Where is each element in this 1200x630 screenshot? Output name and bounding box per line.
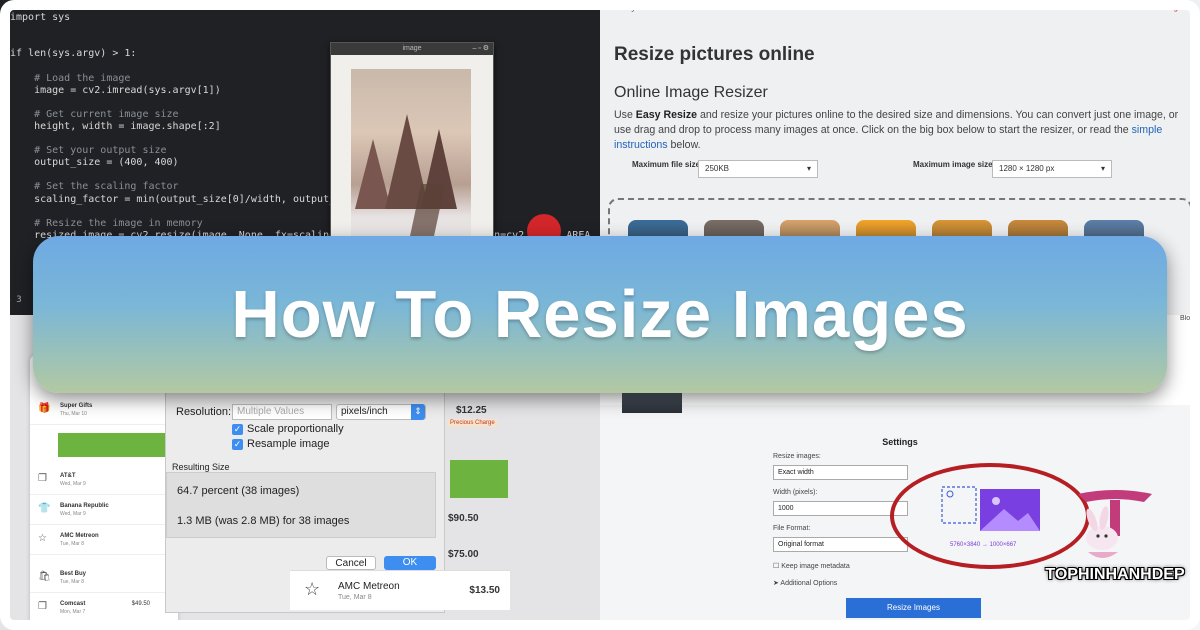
ok-button[interactable]: OK (384, 556, 436, 570)
page-heading: Resize pictures online (614, 44, 815, 65)
code-line: if len(sys.argv) > 1: (10, 48, 137, 60)
resize-select[interactable]: Exact width (773, 465, 908, 480)
code-line: # Load the image (10, 72, 131, 84)
list-item[interactable]: ❐ Comcast Mon, Mar 7 $49.50 (30, 593, 178, 623)
charge-badge: Precious Charge (448, 419, 497, 427)
thumbnail-frame: import cv2 import sys if len(sys.argv) > 1… (0, 0, 1200, 630)
code-line: # Set the scaling factor (10, 181, 179, 193)
format-select[interactable]: Original format (773, 537, 908, 552)
code-line: # Get current image size (10, 108, 179, 120)
box-icon: ❐ (38, 473, 47, 484)
list-item[interactable]: 🛍 Best Buy Tue, Mar 8 (30, 563, 178, 593)
result-box: 64.7 percent (38 images) 1.3 MB (was 2.8… (166, 472, 436, 538)
max-file-select[interactable]: 250KB (698, 160, 818, 178)
unit-select[interactable]: pixels/inch (336, 404, 426, 420)
brand-logo: TOPHINHANHDEP (1040, 486, 1190, 596)
transactions-list: 🎁 Super Gifts Thu, Mar 10 ❐ AT&T Wed, Ma… (30, 355, 180, 625)
code-line: import sys (10, 12, 71, 24)
list-item[interactable]: 🎁 Super Gifts Thu, Mar 10 (30, 395, 178, 425)
resize-label: Resize images: (773, 453, 821, 460)
site-name[interactable]: Easy Resize.com (614, 2, 691, 13)
resolution-label: Resolution: (176, 406, 232, 418)
code-line: # Resize the image in memory (10, 217, 203, 229)
resulting-size-label: Resulting Size (172, 462, 230, 472)
resolution-input[interactable]: Multiple Values (232, 404, 332, 420)
result-size: 1.3 MB (was 2.8 MB) for 38 images (177, 515, 350, 527)
code-line: image = cv2.imread(sys.argv[1]) (10, 84, 221, 96)
viewer-title: image (402, 45, 422, 52)
selected-row[interactable] (58, 433, 180, 457)
max-image-label: Maximum image size: (913, 160, 996, 169)
title-banner: How To Resize Images (33, 236, 1167, 393)
gift-icon: 🎁 (38, 403, 51, 414)
settings-title: Settings (882, 437, 918, 447)
width-label: Width (pixels): (773, 489, 818, 496)
resample-label: Resample image (247, 438, 330, 450)
resize-images-button[interactable]: Resize Images (846, 598, 981, 618)
checkbox-icon[interactable]: ☐ (773, 563, 781, 570)
selected-price[interactable] (450, 460, 508, 498)
scale-checkbox[interactable]: ✓ (232, 424, 243, 435)
box-icon: ❐ (38, 601, 47, 612)
star-icon: ☆ (38, 533, 47, 544)
max-file-label: Maximum file size: (632, 160, 703, 169)
viewer-titlebar: image – ▫ ⚙ (331, 43, 493, 55)
brand-name: TOPHINHANHDEP (1045, 566, 1185, 583)
resize-illustration-icon (941, 486, 1040, 531)
star-icon: ☆ (304, 579, 321, 599)
page-subheading: Online Image Resizer (614, 84, 768, 101)
list-item[interactable]: ❐ AT&T Wed, Mar 9 (30, 465, 178, 495)
mascot-logo-icon (1078, 490, 1152, 558)
dimensions-label: 5760×3840 → 1000×667 (950, 542, 1017, 548)
code-line: height, width = image.shape[:2] (10, 120, 221, 132)
language-selector[interactable]: English (1164, 3, 1190, 12)
amc-row[interactable]: ☆ AMC Metreon Tue, Mar 8 $13.50 (290, 570, 510, 610)
code-line: output_size = (400, 400) (10, 157, 179, 169)
code-line: scaling_factor = min(output_size[0]/widt… (10, 193, 366, 205)
max-image-select[interactable]: 1280 × 1280 px (992, 160, 1112, 178)
intro-paragraph: Use Easy Resize and resize your pictures… (614, 109, 1179, 151)
window-controls-icon[interactable]: – ▫ ⚙ (472, 43, 489, 55)
code-line: import cv2 (10, 0, 71, 11)
shopping-bag-icon: 🛍 (38, 571, 51, 582)
code-line: # Set your output size (10, 145, 167, 157)
file-name-tag: screenshot-3.jpeg (50, 621, 150, 630)
resample-checkbox[interactable]: ✓ (232, 439, 243, 450)
cancel-button[interactable]: Cancel (326, 556, 376, 570)
list-item[interactable]: 👕 Banana Republic Wed, Mar 9 (30, 495, 178, 525)
scale-label: Scale proportionally (247, 423, 344, 435)
blog-link[interactable]: Blog (1180, 315, 1194, 322)
result-percent: 64.7 percent (38 images) (177, 485, 300, 497)
metadata-row[interactable]: ☐ Keep image metadata (773, 562, 850, 570)
banner-title: How To Resize Images (231, 277, 969, 352)
format-label: File Format: (773, 525, 811, 532)
additional-options[interactable]: ➤ Additional Options (773, 579, 837, 587)
list-item[interactable]: ☆ AMC Metreon Tue, Mar 8 (30, 525, 178, 555)
shirt-icon: 👕 (38, 503, 51, 514)
width-input[interactable]: 1000 (773, 501, 908, 516)
